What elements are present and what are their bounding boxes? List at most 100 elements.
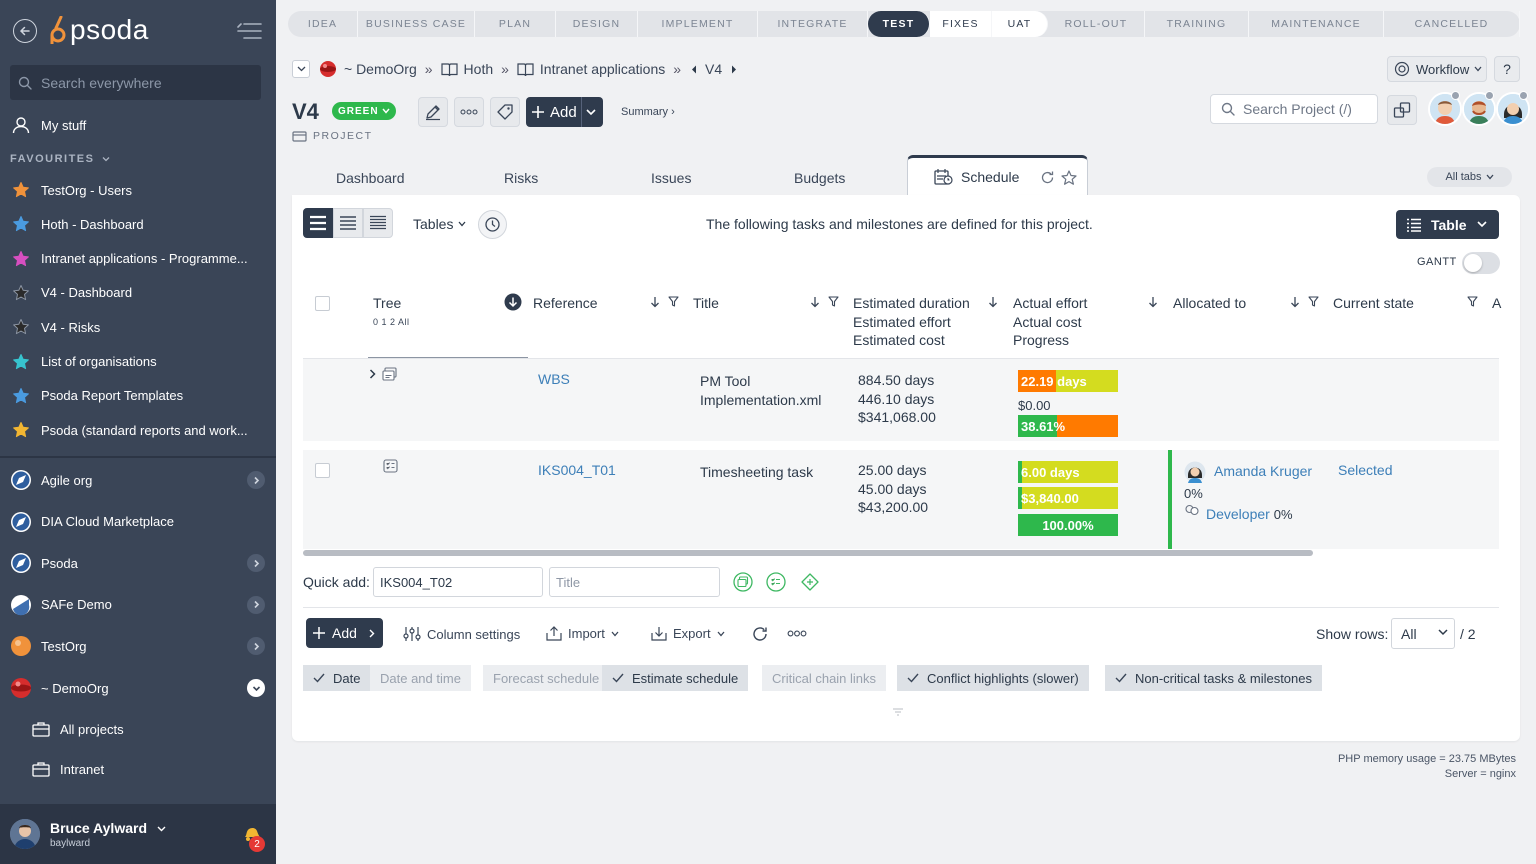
phase-fixes[interactable]: FIXES	[930, 11, 992, 37]
breadcrumb-dropdown-button[interactable]	[292, 60, 310, 78]
row-title[interactable]: PM Tool Implementation.xml	[700, 372, 821, 409]
tab-issues[interactable]: Issues	[651, 170, 691, 186]
density-compact-button[interactable]	[363, 208, 393, 238]
my-stuff-link[interactable]: My stuff	[0, 108, 276, 142]
sidebar-favourite-item[interactable]: Intranet applications - Programme...	[0, 242, 276, 276]
toggle-pill[interactable]: Non-critical tasks & milestones	[1105, 665, 1322, 691]
user-menu[interactable]: Bruce Aylward baylward 2	[0, 804, 276, 864]
open-org-button[interactable]	[247, 471, 265, 489]
open-org-button[interactable]	[247, 554, 265, 573]
toggle-pill[interactable]: Critical chain links	[762, 665, 887, 691]
tab-dashboard[interactable]: Dashboard	[336, 170, 405, 186]
column-tree[interactable]: Tree	[373, 294, 401, 313]
tab-risks[interactable]: Risks	[504, 170, 538, 186]
current-state-link[interactable]: Selected	[1338, 461, 1392, 480]
sidebar-favourite-item[interactable]: TestOrg - Users	[0, 173, 276, 207]
project-search-input[interactable]: Search Project (/)	[1210, 94, 1378, 124]
phase-implement[interactable]: IMPLEMENT	[638, 11, 758, 37]
phase-cancelled[interactable]: CANCELLED	[1384, 11, 1520, 37]
breadcrumb-org[interactable]: ~ DemoOrg	[344, 61, 417, 77]
refresh-icon[interactable]	[1040, 170, 1055, 185]
density-normal-button[interactable]	[333, 208, 363, 238]
filter-icon[interactable]	[828, 296, 839, 307]
row-reference-link[interactable]: WBS	[538, 370, 570, 389]
tables-dropdown[interactable]: Tables	[413, 216, 466, 232]
psoda-logo[interactable]: psoda	[50, 14, 149, 46]
phase-plan[interactable]: PLAN	[475, 11, 556, 37]
workflow-button[interactable]: Workflow	[1387, 56, 1487, 82]
star-icon[interactable]	[1061, 170, 1077, 185]
open-org-button[interactable]	[247, 595, 265, 614]
status-badge[interactable]: GREEN	[332, 102, 396, 120]
sidebar-favourite-item[interactable]: Psoda (standard reports and work...	[0, 413, 276, 447]
collapse-sidebar-button[interactable]	[236, 22, 262, 40]
edit-button[interactable]	[418, 97, 448, 127]
column-settings-button[interactable]: Column settings	[403, 626, 520, 642]
phase-design[interactable]: DESIGN	[556, 11, 638, 37]
sidebar-org-item[interactable]: ~ DemoOrg	[0, 670, 276, 706]
gantt-toggle[interactable]	[1462, 252, 1500, 274]
filter-icon[interactable]	[1308, 296, 1319, 307]
phase-business-case[interactable]: BUSINESS CASE	[358, 11, 475, 37]
phase-maintenance[interactable]: MAINTENANCE	[1249, 11, 1384, 37]
sort-icon[interactable]	[988, 296, 998, 308]
phase-idea[interactable]: IDEA	[288, 11, 358, 37]
toggle-pill[interactable]: Date	[303, 665, 371, 691]
summary-link[interactable]: Summary ›	[621, 106, 675, 118]
filter-icon[interactable]	[1467, 296, 1478, 307]
reload-icon[interactable]	[751, 625, 769, 643]
view-mode-button[interactable]: Table	[1396, 210, 1499, 239]
phase-integrate[interactable]: INTEGRATE	[758, 11, 868, 37]
more-dots-icon[interactable]	[787, 630, 807, 637]
tag-button[interactable]	[490, 97, 520, 127]
sidebar-favourite-item[interactable]: V4 - Dashboard	[0, 276, 276, 310]
sidebar-org-item[interactable]: TestOrg	[0, 628, 276, 664]
sidebar-favourite-item[interactable]: Psoda Report Templates	[0, 379, 276, 413]
density-comfortable-button[interactable]	[303, 208, 333, 238]
breadcrumb-portfolio[interactable]: Hoth	[464, 61, 494, 77]
add-milestone-icon[interactable]	[800, 572, 820, 592]
sidebar-org-item[interactable]: Psoda	[0, 545, 276, 581]
tab-schedule[interactable]: Schedule	[907, 155, 1088, 195]
column-estimates[interactable]: Estimated duration Estimated effort Esti…	[853, 294, 970, 350]
expand-org-button[interactable]	[247, 679, 265, 697]
sidebar-org-item[interactable]: Agile org	[0, 462, 276, 498]
column-allocated-to[interactable]: Allocated to	[1173, 294, 1246, 313]
global-search-input[interactable]: Search everywhere	[10, 65, 261, 100]
expand-chevron-icon[interactable]	[369, 369, 377, 379]
schedule-history-button[interactable]	[478, 210, 507, 239]
resize-grip-icon[interactable]	[892, 708, 904, 716]
sort-icon[interactable]	[1290, 296, 1300, 308]
toggle-pill[interactable]: Estimate schedule	[602, 665, 749, 691]
filter-icon[interactable]	[668, 296, 679, 307]
select-all-checkbox[interactable]	[315, 296, 330, 311]
phase-training[interactable]: TRAINING	[1145, 11, 1249, 37]
add-item-button[interactable]: Add	[306, 618, 383, 648]
next-project-icon[interactable]	[731, 65, 737, 74]
row-title[interactable]: Timesheeting task	[700, 463, 813, 482]
sidebar-org-item[interactable]: SAFe Demo	[0, 587, 276, 623]
show-rows-select[interactable]: All	[1391, 618, 1455, 649]
sidebar-item-all-projects[interactable]: All projects	[32, 712, 272, 746]
row-checkbox[interactable]	[315, 463, 330, 478]
quick-add-reference-input[interactable]: IKS004_T02	[373, 567, 543, 597]
sidebar-org-item[interactable]: DIA Cloud Marketplace	[0, 504, 276, 540]
favourites-header[interactable]: FAVOURITES	[10, 153, 110, 165]
sidebar-favourite-item[interactable]: V4 - Risks	[0, 310, 276, 344]
quick-add-title-input[interactable]: Title	[549, 567, 720, 597]
allocated-user-link[interactable]: Amanda Kruger	[1214, 462, 1312, 481]
sidebar-item-intranet[interactable]: Intranet	[32, 752, 272, 786]
add-task-icon[interactable]	[766, 572, 786, 592]
sidebar-favourite-item[interactable]: List of organisations	[0, 345, 276, 379]
role-link[interactable]: Developer	[1206, 506, 1270, 522]
switch-view-button[interactable]	[1387, 95, 1417, 125]
phase-test[interactable]: TEST	[868, 11, 930, 37]
breadcrumb-programme[interactable]: Intranet applications	[540, 61, 665, 77]
sort-icon[interactable]	[1148, 296, 1158, 308]
sort-active-icon[interactable]	[504, 293, 522, 311]
open-org-button[interactable]	[247, 637, 265, 656]
column-title[interactable]: Title	[693, 294, 719, 313]
toggle-pill[interactable]: Forecast schedule	[483, 665, 610, 691]
phase-roll-out[interactable]: ROLL-OUT	[1048, 11, 1145, 37]
column-reference[interactable]: Reference	[533, 294, 598, 313]
